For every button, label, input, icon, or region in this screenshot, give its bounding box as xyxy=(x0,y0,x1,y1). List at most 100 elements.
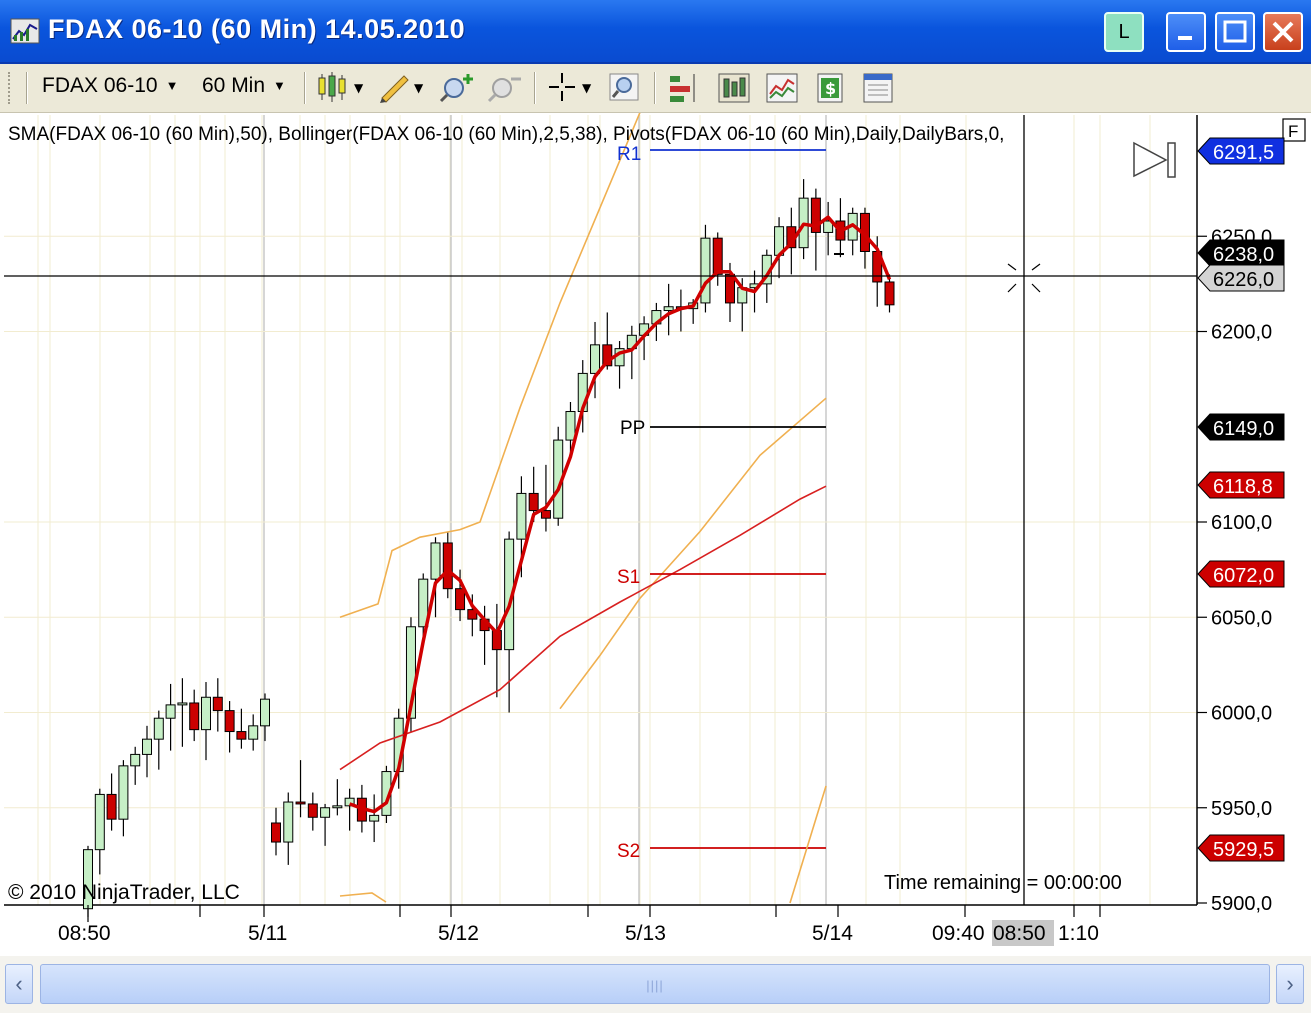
price-tag-s2: 5929,5 xyxy=(1197,834,1285,862)
candlestick-series xyxy=(83,179,895,923)
toolbar-separator xyxy=(654,72,656,104)
toolbar-separator xyxy=(26,72,28,104)
scrollbar-thumb[interactable]: |||| xyxy=(40,964,1270,1004)
instrument-value: FDAX 06-10 xyxy=(42,74,158,97)
scroll-right-button[interactable]: › xyxy=(1276,964,1304,1004)
candle xyxy=(332,779,343,816)
candle xyxy=(212,678,223,732)
window-title-bar[interactable]: FDAX 06-10 (60 Min) 14.05.2010 L xyxy=(0,0,1311,64)
horizontal-scrollbar[interactable]: ‹ |||| › xyxy=(0,956,1311,1013)
candle xyxy=(663,283,674,336)
candle xyxy=(224,701,235,753)
candle xyxy=(774,217,785,279)
sma-fast-line xyxy=(348,215,892,814)
chevron-right-icon: › xyxy=(1286,971,1294,996)
time-axis: 08:50 5/11 5/12 5/13 5/14 09:40 1:10 08:50 xyxy=(58,905,1101,946)
toolbar-separator xyxy=(304,72,306,104)
link-button[interactable]: L xyxy=(1104,12,1144,52)
interval-selector[interactable]: 60 Min ▼ xyxy=(202,74,286,98)
price-tag-cursor-price: 6226,0 xyxy=(1197,264,1285,292)
minimize-icon xyxy=(1178,36,1192,40)
scroll-to-end-icon[interactable] xyxy=(1133,141,1176,178)
candle xyxy=(712,232,723,286)
bollinger-lower-band-tail xyxy=(339,785,827,904)
indicator-legend: SMA(FDAX 06-10 (60 Min),50), Bollinger(F… xyxy=(8,124,1005,145)
candle xyxy=(700,224,711,313)
time-tick-label: 5/12 xyxy=(438,922,479,945)
candle xyxy=(106,773,117,831)
price-tick-label: 5900,0 xyxy=(1211,893,1272,915)
bar-spacing-icon[interactable] xyxy=(666,70,702,104)
pivot-r1-label: R1 xyxy=(617,144,641,165)
data-box-icon[interactable] xyxy=(716,70,752,104)
maximize-icon xyxy=(1223,20,1247,43)
cursor-time-label: 08:50 xyxy=(993,922,1046,945)
time-tick-label: 09:40 xyxy=(932,922,985,945)
zoom-in-icon[interactable] xyxy=(438,70,478,104)
price-tag-label: 6238,0 xyxy=(1213,244,1274,266)
candle xyxy=(884,274,895,313)
indicator-panel-icon[interactable] xyxy=(860,70,896,104)
price-tag-label: 6118,8 xyxy=(1213,476,1273,498)
strategy-icon[interactable]: $ xyxy=(812,70,848,104)
time-remaining-text: Time remaining = 00:00:00 xyxy=(884,872,1122,894)
price-tick-label: 6000,0 xyxy=(1211,703,1272,725)
svg-text:$: $ xyxy=(825,79,836,98)
flag-label: F xyxy=(1288,122,1298,141)
candle xyxy=(614,341,625,389)
toolbar-separator xyxy=(534,72,536,104)
instrument-selector[interactable]: FDAX 06-10 ▼ xyxy=(42,74,178,98)
candle xyxy=(847,207,858,256)
chart-toolbar: FDAX 06-10 ▼ 60 Min ▼ ▼ ▼ ▼ $ xyxy=(0,64,1311,113)
zoom-out-icon[interactable] xyxy=(486,70,526,104)
price-tag-r1: 6291,5 xyxy=(1197,137,1285,165)
price-tag-sma: 6118,8 xyxy=(1197,471,1285,499)
price-tag-label: 6149,0 xyxy=(1213,418,1274,440)
chevron-left-icon: ‹ xyxy=(15,971,23,996)
candle xyxy=(295,760,306,818)
candle xyxy=(271,807,281,856)
candle xyxy=(153,710,164,770)
toolbar-grip[interactable] xyxy=(8,72,14,104)
price-chart[interactable]: R1 PP S1 S2 F 6250,06200,06100,06050,060… xyxy=(0,113,1311,958)
pivot-pp-label: PP xyxy=(620,418,645,439)
time-gridlines xyxy=(37,115,1151,905)
candle xyxy=(283,792,294,865)
svg-text:▼: ▼ xyxy=(582,81,592,95)
crosshair-icon[interactable]: ▼ xyxy=(546,70,598,104)
maximize-button[interactable] xyxy=(1215,12,1255,52)
price-tag-label: 5929,5 xyxy=(1213,839,1274,861)
candle xyxy=(810,188,821,271)
time-tick-label: 5/13 xyxy=(625,922,666,945)
scroll-left-button[interactable]: ‹ xyxy=(5,964,33,1004)
price-tag-label: 6291,5 xyxy=(1213,142,1274,164)
chevron-down-icon: ▼ xyxy=(165,78,179,93)
time-tick-label: 5/14 xyxy=(812,922,853,945)
copyright-text: © 2010 NinjaTrader, LLC xyxy=(8,881,240,904)
price-tick-label: 6100,0 xyxy=(1211,512,1272,534)
candle xyxy=(165,683,176,751)
chevron-down-icon: ▼ xyxy=(273,78,286,93)
pivot-s1-label: S1 xyxy=(617,567,640,588)
pivot-s2-label: S2 xyxy=(617,841,640,862)
candle xyxy=(320,803,331,846)
time-tick-label: 1:10 xyxy=(1058,922,1099,945)
close-button[interactable] xyxy=(1263,12,1303,52)
pencil-draw-icon[interactable]: ▼ xyxy=(376,70,428,104)
candle xyxy=(369,794,380,843)
price-tag-pp: 6149,0 xyxy=(1197,413,1285,441)
minimize-button[interactable] xyxy=(1166,12,1206,52)
price-tags: 6291,5 6238,0 6226,0 6149,0 6118,8 6072,0 5929… xyxy=(1197,137,1285,862)
candle xyxy=(248,714,259,751)
candlestick-chart-icon[interactable]: ▼ xyxy=(316,70,368,104)
magnifier-icon[interactable] xyxy=(606,70,642,104)
candle xyxy=(118,760,129,837)
scrollbar-grip-icon: |||| xyxy=(646,978,664,993)
chart-properties-icon[interactable] xyxy=(764,70,800,104)
price-tag-label: 6226,0 xyxy=(1213,269,1274,291)
candle xyxy=(130,746,141,785)
svg-text:▼: ▼ xyxy=(414,81,424,95)
window-title: FDAX 06-10 (60 Min) 14.05.2010 xyxy=(48,14,466,44)
candle xyxy=(94,788,105,875)
candle xyxy=(344,788,355,831)
